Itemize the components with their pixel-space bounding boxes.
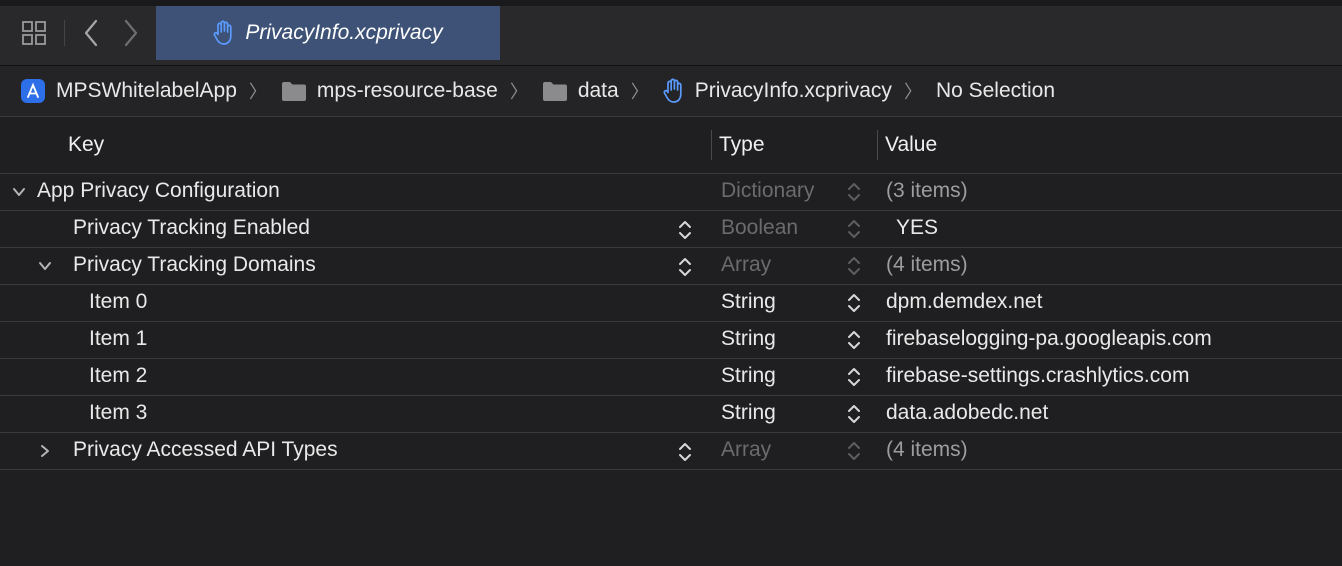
row-key: Privacy Tracking Enabled <box>73 216 310 239</box>
breadcrumb-separator-icon: 〉 <box>509 82 528 102</box>
row-key: Item 3 <box>89 401 148 424</box>
row-value[interactable]: firebase-settings.crashlytics.com <box>886 364 1189 388</box>
column-header-key[interactable]: Key <box>68 133 104 157</box>
tab-bar: PrivacyInfo.xcprivacy <box>0 0 1342 66</box>
row-type: Boolean <box>721 216 799 239</box>
hand-privacy-icon <box>213 20 235 46</box>
disclosure-expanded-icon[interactable] <box>35 254 55 278</box>
row-value[interactable]: data.adobedc.net <box>886 401 1048 425</box>
row-type: Dictionary <box>721 179 815 202</box>
type-stepper-icon <box>846 253 862 279</box>
hand-privacy-icon <box>663 78 685 104</box>
table-row[interactable]: App Privacy Configuration Dictionary (3 … <box>0 174 1342 211</box>
row-key: Privacy Tracking Domains <box>73 253 316 276</box>
row-key: Item 2 <box>89 364 148 387</box>
disclosure-expanded-icon[interactable] <box>9 180 29 204</box>
row-value[interactable]: YES <box>896 216 938 240</box>
type-stepper-icon[interactable] <box>846 327 862 353</box>
breadcrumb-item-project[interactable]: MPSWhitelabelApp <box>20 78 237 104</box>
key-stepper-icon[interactable] <box>677 217 693 243</box>
folder-icon <box>281 80 307 102</box>
table-row[interactable]: Privacy Tracking Domains Array (4 items) <box>0 248 1342 285</box>
row-value[interactable]: firebaselogging-pa.googleapis.com <box>886 327 1212 351</box>
breadcrumb-label: data <box>577 79 619 102</box>
breadcrumb-label: No Selection <box>935 79 1056 102</box>
disclosure-collapsed-icon[interactable] <box>35 439 55 463</box>
table-row[interactable]: Item 0 String dpm.demdex.net <box>0 285 1342 322</box>
key-stepper-icon[interactable] <box>677 254 693 280</box>
breadcrumb-item-no-selection[interactable]: No Selection <box>936 79 1055 103</box>
breadcrumb-item-file[interactable]: PrivacyInfo.xcprivacy <box>663 78 892 104</box>
row-type[interactable]: String <box>721 401 776 425</box>
table-row[interactable]: Privacy Accessed API Types Array (4 item… <box>0 433 1342 470</box>
row-value: (4 items) <box>886 438 968 461</box>
app-project-icon <box>20 78 46 104</box>
column-header-type[interactable]: Type <box>719 133 765 157</box>
row-value: (4 items) <box>886 253 968 276</box>
type-stepper-icon[interactable] <box>846 401 862 427</box>
breadcrumb-separator-icon: 〉 <box>248 82 267 102</box>
row-key: App Privacy Configuration <box>37 179 280 202</box>
column-divider[interactable] <box>877 130 878 160</box>
breadcrumb-label: mps-resource-base <box>316 79 498 102</box>
breadcrumb-separator-icon: 〉 <box>630 82 649 102</box>
row-type[interactable]: String <box>721 364 776 388</box>
type-stepper-icon[interactable] <box>846 364 862 390</box>
breadcrumb: MPSWhitelabelApp 〉 mps-resource-base 〉 d… <box>0 66 1342 117</box>
table-row[interactable]: Item 1 String firebaselogging-pa.googlea… <box>0 322 1342 359</box>
tab-title: PrivacyInfo.xcprivacy <box>245 21 443 44</box>
type-stepper-icon <box>846 216 862 242</box>
column-divider[interactable] <box>711 130 712 160</box>
row-key: Privacy Accessed API Types <box>73 438 338 461</box>
row-type[interactable]: String <box>721 327 776 351</box>
breadcrumb-label: PrivacyInfo.xcprivacy <box>694 79 892 102</box>
folder-icon <box>542 80 568 102</box>
breadcrumb-separator-icon: 〉 <box>903 82 922 102</box>
row-type[interactable]: String <box>721 290 776 314</box>
table-row[interactable]: Item 2 String firebase-settings.crashlyt… <box>0 359 1342 396</box>
tab-privacyinfo[interactable]: PrivacyInfo.xcprivacy <box>156 6 500 60</box>
table-row[interactable]: Privacy Tracking Enabled Boolean YES <box>0 211 1342 248</box>
type-stepper-icon[interactable] <box>846 290 862 316</box>
row-key: Item 0 <box>89 290 148 313</box>
row-key: Item 1 <box>89 327 148 350</box>
breadcrumb-item-data[interactable]: data <box>542 79 619 103</box>
column-header-row: Key Type Value <box>0 118 1342 174</box>
type-stepper-icon <box>846 179 862 205</box>
row-value[interactable]: dpm.demdex.net <box>886 290 1042 314</box>
row-value: (3 items) <box>886 179 968 202</box>
table-row[interactable]: Item 3 String data.adobedc.net <box>0 396 1342 433</box>
related-items-grid-icon[interactable] <box>20 19 48 47</box>
row-type: Array <box>721 253 772 276</box>
plist-editor: Key Type Value App Privacy Configuration… <box>0 118 1342 470</box>
forward-chevron-icon[interactable] <box>120 18 142 48</box>
toolbar-divider <box>64 20 65 46</box>
breadcrumb-item-folder[interactable]: mps-resource-base <box>281 79 498 103</box>
type-stepper-icon <box>846 438 862 464</box>
column-header-value[interactable]: Value <box>885 133 937 157</box>
breadcrumb-label: MPSWhitelabelApp <box>56 79 237 102</box>
row-type: Array <box>721 438 772 461</box>
key-stepper-icon[interactable] <box>677 439 693 465</box>
back-chevron-icon[interactable] <box>80 18 102 48</box>
